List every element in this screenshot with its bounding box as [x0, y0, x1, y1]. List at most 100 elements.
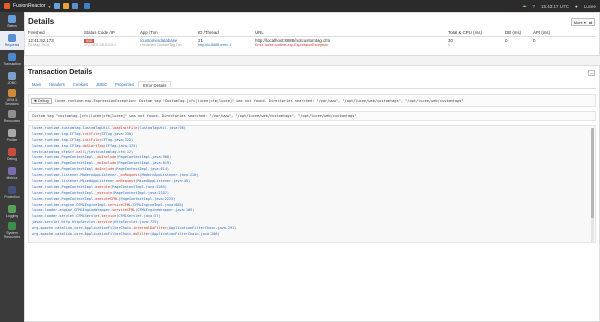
- bookmark-icon[interactable]: [71, 3, 78, 9]
- sidebar-item-transaction[interactable]: Transaction: [0, 50, 24, 69]
- tab-cookies[interactable]: Cookies: [69, 81, 92, 88]
- app-name[interactable]: FusionReactor: [13, 3, 46, 9]
- sidebar-item-metrics[interactable]: Metrics: [0, 164, 24, 183]
- stack-source[interactable]: (MixedAppListener.java:45): [135, 179, 190, 183]
- top-bar: FusionReactor ▾ ☁ ? 15:43:17 UTC ● Lucee: [0, 0, 600, 12]
- tab-headers[interactable]: Headers: [45, 81, 69, 88]
- ip-value: 172.18.0.1/0:0:0:0:1: [84, 43, 116, 47]
- home-icon[interactable]: [53, 3, 60, 9]
- stack-class: lucee.runtime.listener.ModernAppListener…: [32, 173, 119, 178]
- sidebar-item-resources[interactable]: Resources: [0, 107, 24, 126]
- sidebar-item-profiler[interactable]: Profiler: [0, 126, 24, 145]
- column-header[interactable]: API (ms): [533, 30, 560, 35]
- sidebar-icon: [8, 15, 16, 23]
- stack-source[interactable]: (ModernAppListener.java:220): [139, 173, 198, 177]
- stack-source[interactable]: (CFTag.java:330): [99, 132, 133, 136]
- sidebar-icon: [8, 110, 16, 118]
- stack-source[interactable]: (CFMLEngineImpl.java:885): [131, 203, 184, 207]
- fusionreactor-logo-icon: [4, 3, 10, 9]
- error-message: lucee.runtime.exp.ExpressionException: C…: [54, 98, 464, 103]
- stack-class: lucee.runtime.customtag.CustomTagUtil.: [32, 126, 113, 130]
- help-icon[interactable]: ?: [532, 4, 535, 9]
- settings-icon[interactable]: [83, 3, 90, 9]
- details-panel: Details More ▾ ⇄ Finished Status Code /IP…: [24, 12, 600, 56]
- stack-class: lucee.runtime.PageContextImpl.: [32, 155, 96, 160]
- sidebar-item-label: Status: [7, 24, 17, 28]
- sidebar-item-status[interactable]: Status: [0, 12, 24, 31]
- column-header[interactable]: Finished: [28, 30, 84, 35]
- stack-class: lucee.runtime.PageContextImpl.: [32, 190, 96, 195]
- stack-method: service: [101, 214, 117, 219]
- stack-source[interactable]: (ApplicationFilterChain.java:291): [167, 226, 237, 230]
- stack-source[interactable]: (CFMLServlet.java:57): [116, 214, 160, 218]
- stack-class: lucee.loader.engine.CFMLEngineWrapper.: [32, 208, 113, 213]
- stack-source[interactable]: (/testcustomtag.cfm:12): [85, 150, 133, 154]
- sidebar-item-uem-sessions[interactable]: UEM & Sessions: [0, 88, 24, 107]
- column-header[interactable]: App /Txn: [140, 30, 198, 35]
- stack-source[interactable]: (CFTag.java:375): [104, 144, 138, 148]
- tab-error-details[interactable]: Error Details: [138, 81, 172, 88]
- stack-method: internalDoFilter: [133, 226, 167, 231]
- sidebar-item-logging[interactable]: Logging: [0, 202, 24, 221]
- stack-source[interactable]: (ApplicationFilterChain.java:206): [150, 232, 220, 236]
- sidebar-item-system-resources[interactable]: System Resources: [0, 221, 24, 240]
- sidebar-item-label: Debug: [7, 157, 17, 161]
- column-header[interactable]: Status Code /IP: [84, 30, 140, 35]
- stack-scrollbar-thumb[interactable]: [591, 128, 594, 218]
- error-detail-text: Custom tag "customtag.[cfc|lucee|cfm|luc…: [32, 114, 357, 118]
- stack-source[interactable]: (PageContextImpl.java:2285): [110, 185, 167, 189]
- column-header[interactable]: DB (ms): [505, 30, 533, 35]
- stack-source[interactable]: (PageContextImpl.java:2257): [112, 191, 169, 195]
- stack-source[interactable]: (PageContextImpl.java:2225): [118, 197, 175, 201]
- stack-class: lucee.runtime.tag.CFTag.: [32, 143, 83, 148]
- sidebar-item-requests[interactable]: Requests: [0, 31, 24, 50]
- stack-source[interactable]: (CustomTagUtil.java:96): [137, 126, 185, 130]
- stack-scrollbar[interactable]: [591, 128, 594, 242]
- app-dropdown-icon[interactable]: ▾: [49, 4, 51, 9]
- bug-icon: ✱: [34, 98, 38, 103]
- sidebar-item-label: System Resources: [3, 231, 21, 239]
- db-value: 0: [505, 38, 508, 43]
- sidebar-item-jdbc[interactable]: JDBC: [0, 69, 24, 88]
- sidebar-item-debug[interactable]: Debug: [0, 145, 24, 164]
- column-header[interactable]: URL: [255, 30, 448, 35]
- user-name[interactable]: Lucee: [584, 4, 596, 9]
- stack-source[interactable]: (PageContextImpl.java:908): [116, 155, 171, 159]
- stack-trace[interactable]: lucee.runtime.customtag.CustomTagUtil.lo…: [28, 125, 596, 243]
- error-summary: ✱ Debug lucee.runtime.exp.ExpressionExce…: [28, 94, 596, 107]
- collapse-button[interactable]: –: [588, 70, 595, 76]
- stack-class: lucee.runtime.PageContextImpl.: [32, 184, 96, 189]
- stack-source[interactable]: (PageContextImpl.java:819): [116, 161, 171, 165]
- link-icon[interactable]: ⇄: [589, 20, 592, 25]
- column-header[interactable]: ID /Thread: [198, 30, 255, 35]
- stack-method: initFile: [82, 137, 100, 142]
- stack-class: lucee.loader.servlet.CFMLServlet.: [32, 214, 102, 219]
- txn-value: Unnamed CustomTag Txn: [140, 43, 182, 47]
- tab-main[interactable]: Main: [28, 81, 45, 88]
- stack-class: testcustomtag_cfm$cf.: [32, 149, 77, 154]
- sidebar-item-label: Profiler: [6, 138, 18, 142]
- stack-source[interactable]: (PageContextImpl.java:614): [114, 167, 169, 171]
- details-row[interactable]: 12:41:52.173 Fri May 2019 500 172.18.0.1/0…: [28, 37, 596, 47]
- stack-class: lucee.runtime.engine.CFMLEngineImpl.: [32, 202, 108, 207]
- stack-source[interactable]: (CFMLEngineWrapper.java:109): [135, 208, 194, 212]
- sidebar-icon: [8, 148, 16, 156]
- column-header[interactable]: Total & CPU (ms): [448, 30, 505, 35]
- stack-source[interactable]: (CFTag.java:322): [99, 138, 133, 142]
- cloud-icon[interactable]: ☁: [522, 3, 527, 9]
- stack-source[interactable]: (HttpServlet.java:729): [112, 220, 158, 224]
- stack-method: serviceCFML: [112, 208, 136, 213]
- sidebar-item-protection[interactable]: Protection: [0, 183, 24, 202]
- tab-jdbc[interactable]: JDBC: [92, 81, 111, 88]
- more-button[interactable]: More ▾ ⇄: [571, 18, 595, 26]
- notification-icon[interactable]: [62, 3, 69, 9]
- stack-method: onRequest: [116, 179, 136, 184]
- tab-properties[interactable]: Properties: [111, 81, 138, 88]
- sidebar-icon: [8, 205, 16, 213]
- stack-method: doInclude: [95, 167, 115, 172]
- debug-button[interactable]: ✱ Debug: [31, 97, 52, 104]
- stack-class: javax.servlet.http.HttpServlet.: [32, 220, 98, 225]
- user-icon[interactable]: ●: [575, 4, 578, 9]
- stack-method: execute: [95, 184, 110, 189]
- stack-class: lucee.runtime.tag.CFTag.: [32, 137, 83, 142]
